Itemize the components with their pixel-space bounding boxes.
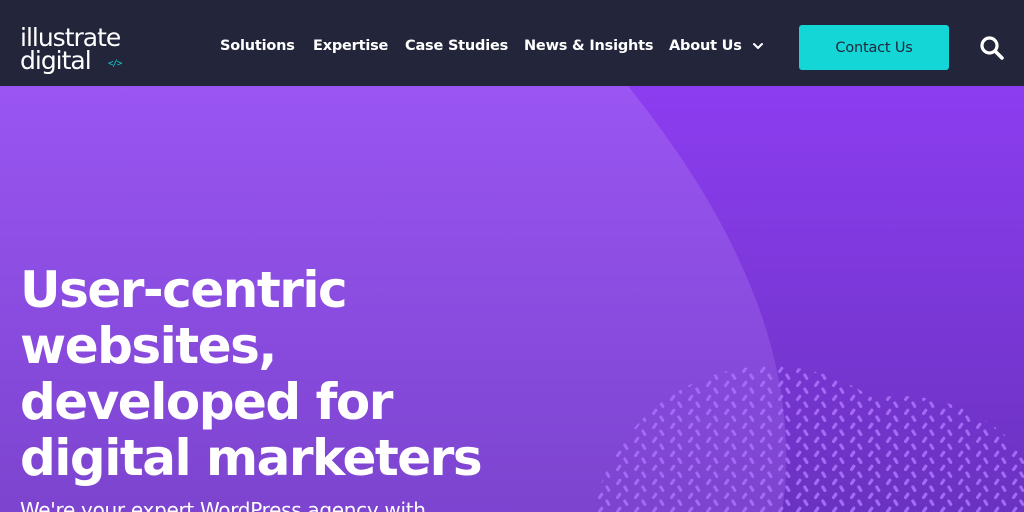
- nav-item-solutions[interactable]: Solutions: [220, 38, 295, 54]
- logo[interactable]: illustrate digital </>: [20, 25, 122, 75]
- search-icon[interactable]: [978, 34, 1006, 62]
- chevron-down-icon[interactable]: [752, 40, 764, 52]
- hero-headline-line: digital marketers: [20, 429, 483, 487]
- hero-headline-line: User-centric: [20, 261, 348, 319]
- contact-us-button[interactable]: Contact Us: [799, 25, 949, 70]
- logo-code-mark: </>: [108, 59, 122, 69]
- nav-item-case-studies[interactable]: Case Studies: [405, 38, 508, 54]
- hero-headline: User-centric websites, developed for dig…: [20, 262, 540, 486]
- nav-item-expertise[interactable]: Expertise: [313, 38, 388, 54]
- hero-headline-line: websites,: [20, 317, 277, 375]
- site-header: illustrate digital </> Solutions Experti…: [0, 0, 1024, 86]
- hero-headline-line: developed for: [20, 373, 393, 431]
- hero-section: User-centric websites, developed for dig…: [0, 86, 1024, 512]
- hero-subtext: We're your expert WordPress agency with: [20, 498, 426, 512]
- logo-text-line2: digital: [20, 45, 92, 75]
- nav-item-about-us[interactable]: About Us: [669, 38, 742, 54]
- nav-item-news-insights[interactable]: News & Insights: [524, 38, 654, 54]
